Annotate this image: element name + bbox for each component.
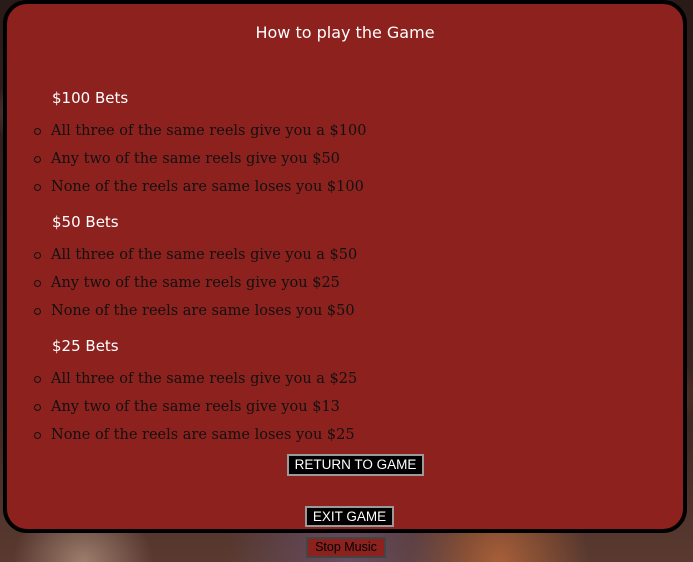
bullet-icon (34, 280, 41, 287)
list-item: Any two of the same reels give you $50 (7, 145, 366, 173)
rule-text: None of the reels are same loses you $50 (51, 303, 355, 319)
list-item: None of the reels are same loses you $50 (7, 297, 357, 325)
list-item: All three of the same reels give you a $… (7, 241, 357, 269)
bullet-icon (34, 184, 41, 191)
bullet-icon (34, 128, 41, 135)
how-to-play-modal: How to play the Game $100 Bets All three… (3, 0, 687, 533)
list-item: Any two of the same reels give you $13 (7, 393, 357, 421)
list-item: All three of the same reels give you a $… (7, 365, 357, 393)
list-item: Any two of the same reels give you $25 (7, 269, 357, 297)
section-heading-50-bets: $50 Bets (52, 213, 119, 231)
bullet-icon (34, 308, 41, 315)
rule-text: All three of the same reels give you a $… (51, 123, 367, 139)
section-heading-25-bets: $25 Bets (52, 337, 119, 355)
bullet-icon (34, 432, 41, 439)
bullet-icon (34, 156, 41, 163)
list-item: All three of the same reels give you a $… (7, 117, 366, 145)
rules-list-50-bets: All three of the same reels give you a $… (7, 241, 357, 325)
stop-music-button[interactable]: Stop Music (306, 537, 386, 558)
rule-text: Any two of the same reels give you $25 (51, 275, 340, 291)
list-item: None of the reels are same loses you $25 (7, 421, 357, 449)
return-to-game-button[interactable]: RETURN TO GAME (287, 454, 424, 476)
exit-game-button[interactable]: EXIT GAME (305, 506, 394, 527)
bullet-icon (34, 252, 41, 259)
list-item: None of the reels are same loses you $10… (7, 173, 366, 201)
rules-list-25-bets: All three of the same reels give you a $… (7, 365, 357, 449)
bullet-icon (34, 376, 41, 383)
rule-text: All three of the same reels give you a $… (51, 247, 358, 263)
section-heading-100-bets: $100 Bets (52, 89, 129, 107)
rule-text: None of the reels are same loses you $25 (51, 427, 355, 443)
rule-text: None of the reels are same loses you $10… (51, 179, 364, 195)
rule-text: Any two of the same reels give you $50 (51, 151, 340, 167)
bullet-icon (34, 404, 41, 411)
rules-list-100-bets: All three of the same reels give you a $… (7, 117, 366, 201)
modal-title: How to play the Game (255, 23, 435, 42)
rule-text: Any two of the same reels give you $13 (51, 399, 340, 415)
rule-text: All three of the same reels give you a $… (51, 371, 358, 387)
